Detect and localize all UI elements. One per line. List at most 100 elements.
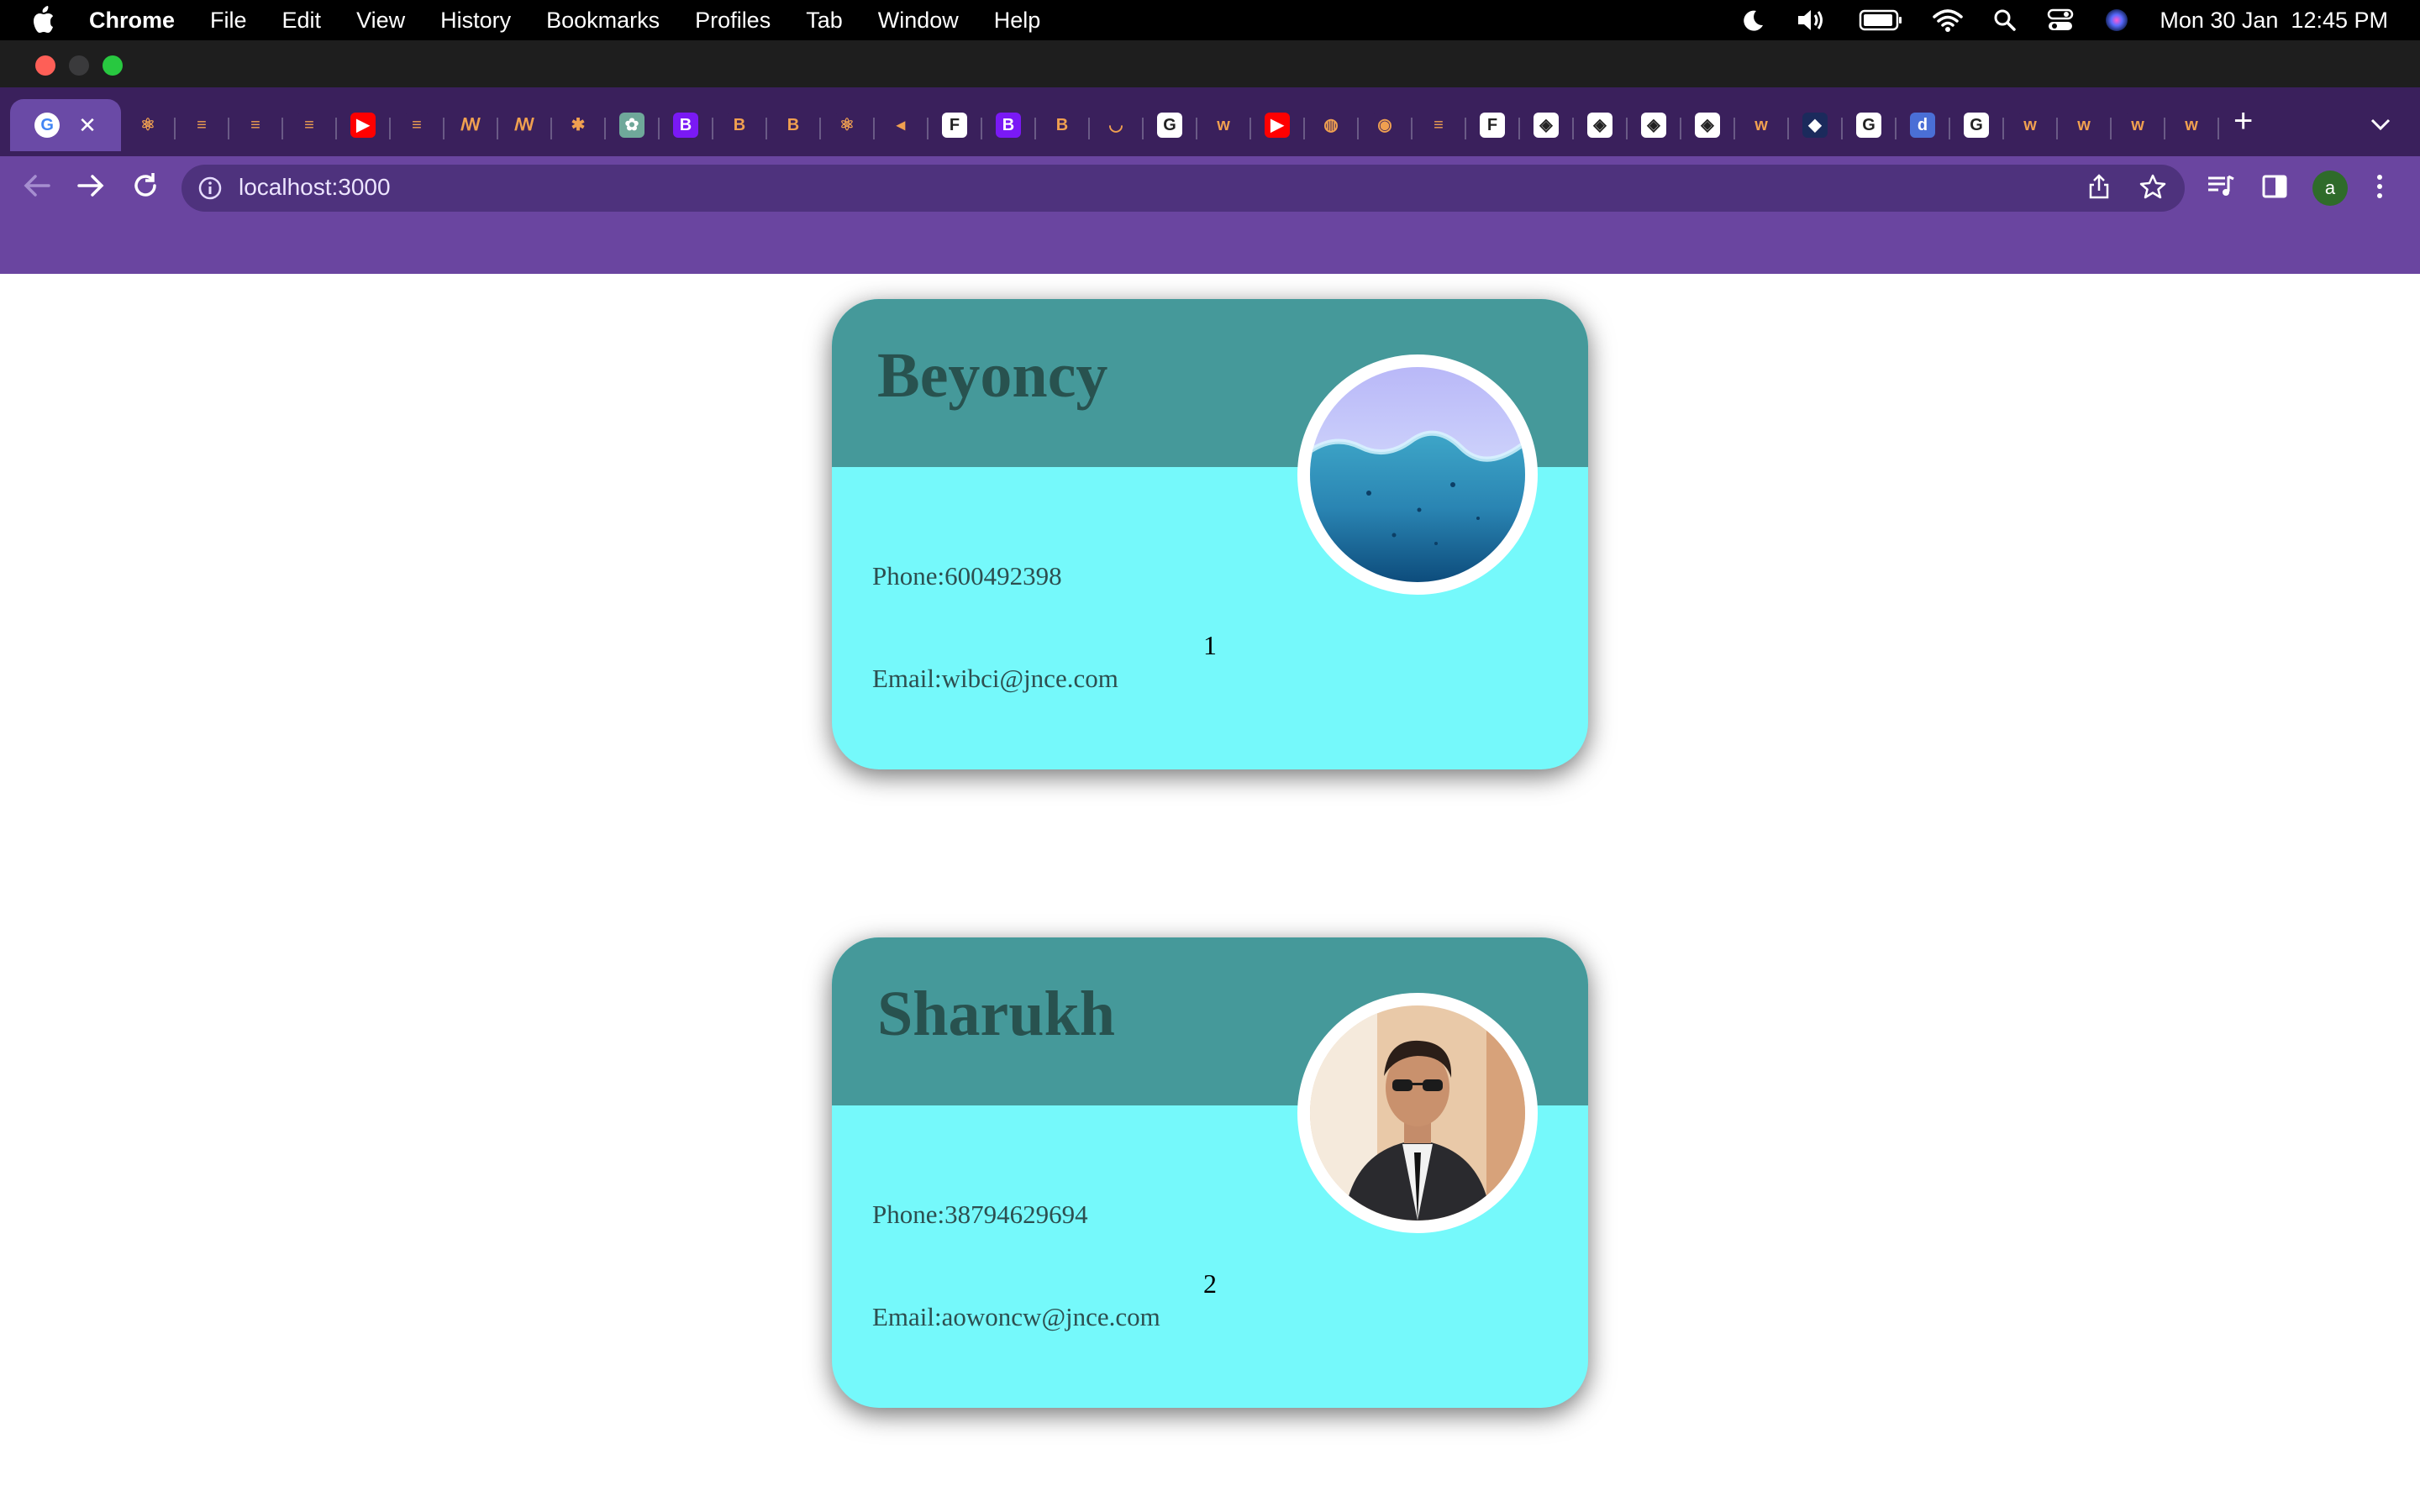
- bootstrap-icon: B: [781, 113, 806, 138]
- spotlight-icon[interactable]: [1993, 8, 2017, 32]
- browser-tab[interactable]: ⚛: [123, 99, 173, 151]
- tab-separator: [604, 118, 606, 139]
- control-center-icon[interactable]: [2047, 8, 2074, 32]
- tab-strip: G ✕ ⚛ ≡ ≡ ≡ ▶ ≡ ꟿ ꟿ ✱ ✿ B B B ⚛ ◂ F B B ◡ Gw ▶ ◍ ◉ ≡ F ◈ ◈ ◈ ◈ w ◆ Gd Gw w w…: [0, 87, 2420, 156]
- youtube-icon: ▶: [350, 113, 376, 138]
- more-menu-icon[interactable]: [2375, 173, 2385, 204]
- browser-tab[interactable]: F: [1467, 99, 1518, 151]
- browser-tab[interactable]: F: [929, 99, 980, 151]
- browser-tab[interactable]: ◈: [1682, 99, 1733, 151]
- browser-tab[interactable]: ◆: [1790, 99, 1840, 151]
- close-tab-icon[interactable]: ✕: [78, 113, 97, 139]
- browser-tab[interactable]: B: [983, 99, 1034, 151]
- browser-tab[interactable]: w: [1198, 99, 1249, 151]
- browser-tab[interactable]: w: [1736, 99, 1786, 151]
- browser-tab[interactable]: ꟿ: [445, 99, 496, 151]
- browser-tab[interactable]: d: [1897, 99, 1948, 151]
- tab-separator: [1572, 118, 1574, 139]
- browser-tab[interactable]: B: [660, 99, 711, 151]
- menu-tab[interactable]: Tab: [806, 8, 843, 34]
- tab-separator: [497, 118, 498, 139]
- browser-tab[interactable]: ≡: [284, 99, 334, 151]
- side-panel-icon[interactable]: [2262, 175, 2287, 202]
- menu-history[interactable]: History: [440, 8, 511, 34]
- browser-tab[interactable]: w: [2005, 99, 2055, 151]
- minimize-window-button[interactable]: [69, 55, 89, 76]
- back-arrow-icon[interactable]: [22, 173, 52, 202]
- menu-bookmarks[interactable]: Bookmarks: [546, 8, 660, 34]
- forward-arrow-icon[interactable]: [76, 173, 106, 202]
- browser-tab[interactable]: ◈: [1575, 99, 1625, 151]
- globe-icon: ◍: [1318, 113, 1344, 138]
- browser-tab[interactable]: ◈: [1521, 99, 1571, 151]
- siri-icon[interactable]: [2104, 8, 2129, 33]
- browser-tab[interactable]: B: [1037, 99, 1087, 151]
- tab-separator: [1733, 118, 1735, 139]
- browser-tab[interactable]: ✱: [553, 99, 603, 151]
- menu-help[interactable]: Help: [994, 8, 1041, 34]
- browser-tab[interactable]: ✿: [607, 99, 657, 151]
- tab-separator: [2110, 118, 2112, 139]
- browser-tab[interactable]: G: [1844, 99, 1894, 151]
- menu-view[interactable]: View: [356, 8, 405, 34]
- menu-file[interactable]: File: [210, 8, 247, 34]
- stackoverflow-icon: ≡: [189, 113, 214, 138]
- browser-tab[interactable]: w: [2166, 99, 2217, 151]
- clock[interactable]: Mon 30 Jan 12:45 PM: [2160, 8, 2388, 34]
- browser-tab[interactable]: ≡: [176, 99, 227, 151]
- address-bar[interactable]: [182, 165, 2185, 212]
- browser-tab[interactable]: w: [2059, 99, 2109, 151]
- browser-tab[interactable]: ≡: [230, 99, 281, 151]
- browser-tab[interactable]: ▶: [1252, 99, 1302, 151]
- tab-active[interactable]: G ✕: [10, 99, 121, 151]
- man-in-suit-photo: [1297, 993, 1538, 1233]
- browser-tab[interactable]: ◡: [1091, 99, 1141, 151]
- new-tab-button[interactable]: +: [2233, 104, 2253, 138]
- chatgpt-icon: ✿: [619, 113, 644, 138]
- chrome-icon: ◉: [1372, 113, 1397, 138]
- w3schools-icon: w: [1211, 113, 1236, 138]
- stackoverflow-icon: ≡: [243, 113, 268, 138]
- menu-profiles[interactable]: Profiles: [695, 8, 771, 34]
- browser-tab[interactable]: ⚛: [822, 99, 872, 151]
- battery-icon[interactable]: [1859, 9, 1902, 31]
- wifi-icon[interactable]: [1933, 8, 1964, 32]
- codepen-icon: ◈: [1695, 113, 1720, 138]
- tab-separator: [2164, 118, 2165, 139]
- tab-separator: [1626, 118, 1628, 139]
- moon-icon[interactable]: [1739, 8, 1765, 33]
- browser-tab[interactable]: ꟿ: [499, 99, 550, 151]
- codepen-icon: ◈: [1587, 113, 1612, 138]
- share-icon[interactable]: [2087, 173, 2111, 204]
- browser-tab[interactable]: w: [2112, 99, 2163, 151]
- url-text[interactable]: localhost:3000: [239, 174, 391, 201]
- zoom-window-button[interactable]: [103, 55, 123, 76]
- tab-separator: [873, 118, 875, 139]
- menu-edit[interactable]: Edit: [282, 8, 322, 34]
- bootstrap-icon: B: [727, 113, 752, 138]
- media-controls-icon[interactable]: [2207, 173, 2235, 202]
- browser-tab[interactable]: ◉: [1360, 99, 1410, 151]
- apple-menu-icon[interactable]: [30, 6, 64, 34]
- browser-tab[interactable]: ≡: [1413, 99, 1464, 151]
- browser-tab[interactable]: B: [768, 99, 818, 151]
- browser-tab[interactable]: ▶: [338, 99, 388, 151]
- menu-chrome[interactable]: Chrome: [89, 8, 175, 34]
- close-window-button[interactable]: [35, 55, 55, 76]
- bookmark-star-icon[interactable]: [2139, 173, 2166, 204]
- browser-tab[interactable]: B: [714, 99, 765, 151]
- browser-tab[interactable]: ◈: [1628, 99, 1679, 151]
- volume-icon[interactable]: [1795, 8, 1828, 33]
- google-icon: G: [1157, 113, 1182, 138]
- site-info-icon[interactable]: [198, 176, 222, 204]
- browser-tab[interactable]: G: [1144, 99, 1195, 151]
- browser-tab[interactable]: ≡: [392, 99, 442, 151]
- menu-window[interactable]: Window: [878, 8, 959, 34]
- loading-icon: ◡: [1103, 113, 1128, 138]
- tab-search-chevron-icon[interactable]: [2370, 118, 2391, 135]
- browser-tab[interactable]: ◍: [1306, 99, 1356, 151]
- profile-avatar[interactable]: a: [2312, 171, 2348, 206]
- browser-tab[interactable]: ◂: [876, 99, 926, 151]
- browser-tab[interactable]: G: [1951, 99, 2002, 151]
- reload-icon[interactable]: [131, 171, 160, 204]
